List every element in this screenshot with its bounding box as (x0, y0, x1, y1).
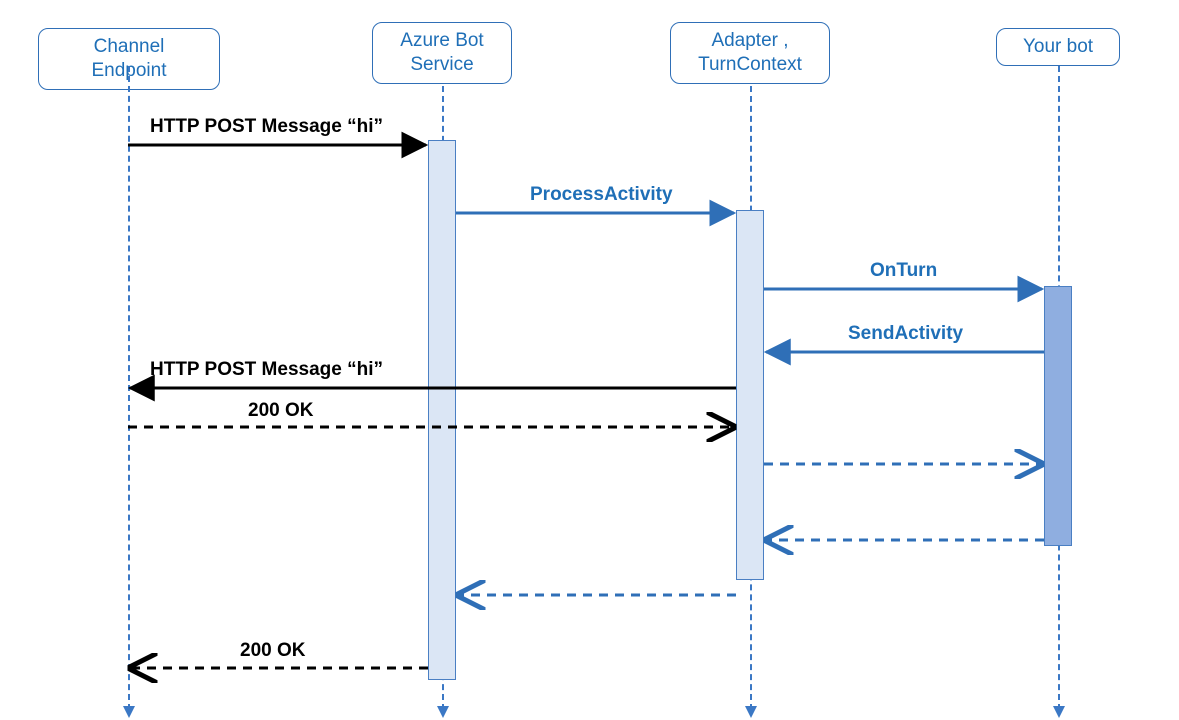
activation-azure (428, 140, 456, 680)
label-http-post-hi-out: HTTP POST Message “hi” (150, 359, 383, 381)
lifeline-arrow-icon (123, 706, 135, 718)
participant-label: Azure BotService (400, 30, 483, 75)
lifeline-arrow-icon (437, 706, 449, 718)
activation-adapter (736, 210, 764, 580)
label-200-ok-1: 200 OK (248, 400, 313, 422)
label-http-post-hi-in: HTTP POST Message “hi” (150, 116, 383, 138)
label-processactivity: ProcessActivity (530, 184, 673, 206)
lifeline-channel (128, 66, 130, 710)
label-200-ok-2: 200 OK (240, 640, 305, 662)
lifeline-arrow-icon (745, 706, 757, 718)
participant-label: Adapter ,TurnContext (698, 30, 802, 75)
participant-azure-bot-service: Azure BotService (372, 22, 512, 84)
participant-label: Your bot (1023, 36, 1093, 57)
label-onturn: OnTurn (870, 260, 937, 282)
participant-adapter-turncontext: Adapter ,TurnContext (670, 22, 830, 84)
lifeline-arrow-icon (1053, 706, 1065, 718)
activation-bot (1044, 286, 1072, 546)
participant-your-bot: Your bot (996, 28, 1120, 66)
label-sendactivity: SendActivity (848, 323, 963, 345)
